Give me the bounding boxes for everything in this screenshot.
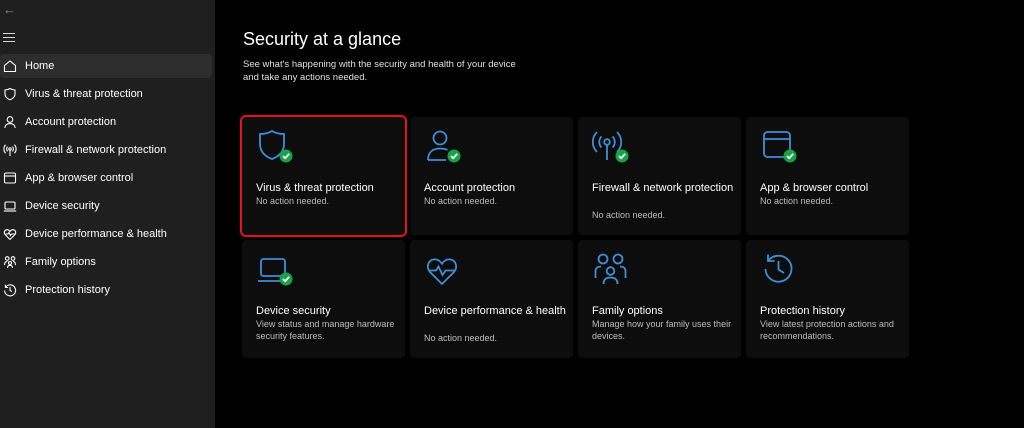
shield-icon xyxy=(3,87,17,101)
card-protection-history[interactable]: Protection history View latest protectio… xyxy=(746,240,909,358)
main-content: Security at a glance See what's happenin… xyxy=(215,0,1024,428)
browser-window-icon xyxy=(3,171,17,185)
antenna-icon xyxy=(3,143,17,157)
laptop-icon xyxy=(3,199,17,213)
card-title: Account protection xyxy=(424,182,516,194)
sidebar-item-home[interactable]: Home xyxy=(0,54,212,78)
sidebar-item-label: Account protection xyxy=(25,116,117,128)
person-icon xyxy=(3,115,17,129)
sidebar-item-label: Device performance & health xyxy=(25,228,167,240)
sidebar: ← Home Virus & threat protection Account… xyxy=(0,0,215,428)
shield-check-icon xyxy=(256,127,296,167)
card-title: Device performance & health xyxy=(424,305,566,317)
sidebar-item-protection-history[interactable]: Protection history xyxy=(0,278,212,302)
card-device-security[interactable]: Device security View status and manage h… xyxy=(242,240,405,358)
sidebar-item-device-performance-health[interactable]: Device performance & health xyxy=(0,222,212,246)
card-status: No action needed. xyxy=(424,196,498,206)
page-subtitle: See what's happening with the security a… xyxy=(243,59,516,83)
home-icon xyxy=(3,59,17,73)
browser-check-icon xyxy=(760,127,800,167)
card-account-protection[interactable]: Account protection No action needed. xyxy=(410,117,573,235)
card-virus-threat-protection[interactable]: Virus & threat protection No action need… xyxy=(242,117,405,235)
card-firewall-network-protection[interactable]: Firewall & network protection No action … xyxy=(578,117,741,235)
sidebar-item-family-options[interactable]: Family options xyxy=(0,250,212,274)
heart-pulse-icon xyxy=(424,250,464,290)
sidebar-item-label: Protection history xyxy=(25,284,110,296)
card-status: View latest protection actions and recom… xyxy=(760,319,894,341)
family-icon xyxy=(592,250,632,290)
card-status: Manage how your family uses their device… xyxy=(592,319,732,341)
card-title: Device security xyxy=(256,305,331,317)
card-family-options[interactable]: Family options Manage how your family us… xyxy=(578,240,741,358)
heart-pulse-icon xyxy=(3,227,17,241)
sidebar-item-label: Device security xyxy=(25,200,100,212)
sidebar-item-firewall-network-protection[interactable]: Firewall & network protection xyxy=(0,138,212,162)
sidebar-item-account-protection[interactable]: Account protection xyxy=(0,110,212,134)
card-title: Virus & threat protection xyxy=(256,182,374,194)
sidebar-item-virus-threat-protection[interactable]: Virus & threat protection xyxy=(0,82,212,106)
laptop-check-icon xyxy=(256,250,296,290)
history-clock-icon xyxy=(3,283,17,297)
card-device-performance-health[interactable]: Device performance & health No action ne… xyxy=(410,240,573,358)
sidebar-item-label: App & browser control xyxy=(25,172,134,184)
card-app-browser-control[interactable]: App & browser control No action needed. xyxy=(746,117,909,235)
card-title: Family options xyxy=(592,305,663,317)
back-arrow-icon[interactable]: ← xyxy=(3,3,17,17)
antenna-check-icon xyxy=(591,127,632,167)
sidebar-item-device-security[interactable]: Device security xyxy=(0,194,212,218)
card-status: No action needed. xyxy=(424,333,498,343)
card-status: No action needed. xyxy=(592,210,666,220)
hamburger-menu-icon[interactable] xyxy=(3,33,15,43)
card-status: No action needed. xyxy=(256,196,330,206)
sidebar-item-app-browser-control[interactable]: App & browser control xyxy=(0,166,212,190)
family-icon xyxy=(3,255,17,269)
sidebar-item-label: Firewall & network protection xyxy=(25,144,167,156)
sidebar-item-label: Home xyxy=(25,60,55,72)
card-status: No action needed. xyxy=(760,196,834,206)
person-check-icon xyxy=(424,127,464,167)
card-title: Protection history xyxy=(760,305,845,317)
sidebar-item-label: Virus & threat protection xyxy=(25,88,143,100)
card-title: App & browser control xyxy=(760,182,869,194)
card-title: Firewall & network protection xyxy=(592,182,734,194)
history-clock-icon xyxy=(760,250,800,290)
card-status: View status and manage hardware security… xyxy=(256,319,395,341)
page-title: Security at a glance xyxy=(243,29,402,49)
sidebar-item-label: Family options xyxy=(25,256,96,268)
